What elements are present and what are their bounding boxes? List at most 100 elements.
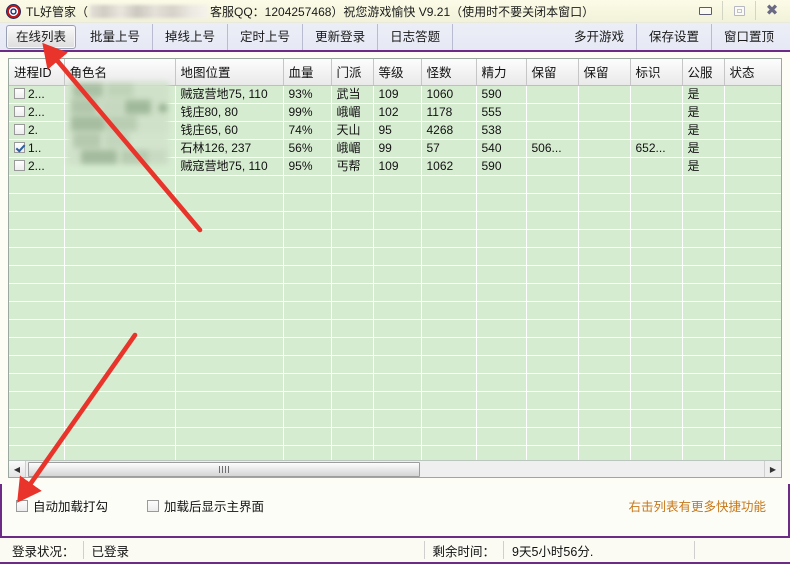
col-header-hp[interactable]: 血量: [283, 59, 332, 86]
cell-empty[interactable]: [421, 301, 477, 320]
cell-empty[interactable]: [64, 283, 176, 302]
cell-process-id[interactable]: 2.: [9, 121, 65, 140]
cell-empty[interactable]: [421, 175, 477, 194]
cell-sect[interactable]: 武当: [331, 85, 374, 104]
cell-empty[interactable]: [421, 247, 477, 266]
table-row-empty[interactable]: [9, 427, 781, 446]
cell-empty[interactable]: [373, 391, 422, 410]
cell-energy[interactable]: 555: [476, 103, 527, 122]
col-header-reserve-1[interactable]: 保留: [526, 59, 579, 86]
cell-empty[interactable]: [9, 247, 65, 266]
cell-empty[interactable]: [682, 247, 725, 266]
cell-reserve-2[interactable]: [578, 121, 631, 140]
cell-flag[interactable]: [630, 121, 683, 140]
tab-update-login[interactable]: 更新登录: [303, 23, 379, 50]
cell-empty[interactable]: [526, 391, 579, 410]
cell-empty[interactable]: [175, 373, 284, 392]
cell-empty[interactable]: [331, 265, 374, 284]
cell-empty[interactable]: [331, 229, 374, 248]
cell-empty[interactable]: [283, 373, 332, 392]
cell-energy[interactable]: 538: [476, 121, 527, 140]
cell-empty[interactable]: [331, 319, 374, 338]
cell-empty[interactable]: [476, 301, 527, 320]
cell-empty[interactable]: [283, 193, 332, 212]
cell-empty[interactable]: [9, 211, 65, 230]
cell-process-id[interactable]: 1..: [9, 139, 65, 158]
cell-empty[interactable]: [682, 211, 725, 230]
cell-monster-count[interactable]: 1178: [421, 103, 477, 122]
cell-empty[interactable]: [421, 283, 477, 302]
cell-empty[interactable]: [630, 355, 683, 374]
cell-empty[interactable]: [175, 409, 284, 428]
table-row-empty[interactable]: [9, 319, 781, 338]
table-row-empty[interactable]: [9, 301, 781, 320]
cell-empty[interactable]: [526, 373, 579, 392]
cell-empty[interactable]: [64, 301, 176, 320]
table-row-empty[interactable]: [9, 373, 781, 392]
cell-empty[interactable]: [331, 211, 374, 230]
cell-empty[interactable]: [682, 265, 725, 284]
cell-empty[interactable]: [630, 175, 683, 194]
cell-public-server[interactable]: 是: [682, 121, 725, 140]
cell-empty[interactable]: [578, 337, 631, 356]
cell-empty[interactable]: [9, 265, 65, 284]
cell-empty[interactable]: [476, 427, 527, 446]
cell-level[interactable]: 109: [373, 85, 422, 104]
cell-empty[interactable]: [175, 319, 284, 338]
table-row-empty[interactable]: [9, 175, 781, 194]
cell-reserve-1[interactable]: [526, 103, 579, 122]
cell-empty[interactable]: [630, 283, 683, 302]
cell-empty[interactable]: [373, 337, 422, 356]
cell-empty[interactable]: [175, 391, 284, 410]
cell-empty[interactable]: [526, 229, 579, 248]
cell-flag[interactable]: [630, 103, 683, 122]
tab-batch-login[interactable]: 批量上号: [78, 23, 154, 50]
cell-empty[interactable]: [283, 247, 332, 266]
row-checkbox[interactable]: [14, 142, 25, 153]
cell-empty[interactable]: [175, 337, 284, 356]
cell-level[interactable]: 109: [373, 157, 422, 176]
table-row-empty[interactable]: [9, 211, 781, 230]
cell-empty[interactable]: [630, 301, 683, 320]
cell-empty[interactable]: [331, 175, 374, 194]
tab-log-quiz[interactable]: 日志答题: [378, 23, 454, 50]
cell-process-id[interactable]: 2...: [9, 157, 65, 176]
cell-empty[interactable]: [283, 283, 332, 302]
cell-empty[interactable]: [175, 355, 284, 374]
cell-empty[interactable]: [724, 319, 781, 338]
table-row[interactable]: 2. 钱庄65, 60 74% 天山 95 4268 538 是: [9, 121, 781, 140]
cell-empty[interactable]: [476, 283, 527, 302]
button-save-settings[interactable]: 保存设置: [637, 23, 712, 50]
cell-character-name[interactable]: [64, 121, 176, 140]
cell-empty[interactable]: [175, 175, 284, 194]
cell-empty[interactable]: [331, 337, 374, 356]
cell-character-name[interactable]: [64, 157, 176, 176]
checkbox-auto-load[interactable]: 自动加载打勾: [16, 496, 108, 515]
cell-empty[interactable]: [724, 229, 781, 248]
cell-energy[interactable]: 590: [476, 85, 527, 104]
cell-empty[interactable]: [476, 265, 527, 284]
cell-map-position[interactable]: 钱庄80, 80: [175, 103, 284, 122]
cell-reserve-2[interactable]: [578, 103, 631, 122]
col-header-sect[interactable]: 门派: [331, 59, 374, 86]
cell-public-server[interactable]: 是: [682, 139, 725, 158]
cell-empty[interactable]: [283, 409, 332, 428]
cell-empty[interactable]: [9, 355, 65, 374]
cell-empty[interactable]: [373, 265, 422, 284]
cell-public-server[interactable]: 是: [682, 103, 725, 122]
cell-empty[interactable]: [526, 409, 579, 428]
cell-empty[interactable]: [724, 283, 781, 302]
row-checkbox[interactable]: [14, 88, 25, 99]
table-row-empty[interactable]: [9, 355, 781, 374]
row-checkbox[interactable]: [14, 124, 25, 135]
cell-empty[interactable]: [476, 193, 527, 212]
cell-empty[interactable]: [421, 355, 477, 374]
cell-reserve-2[interactable]: [578, 157, 631, 176]
cell-map-position[interactable]: 钱庄65, 60: [175, 121, 284, 140]
cell-sect[interactable]: 丐帮: [331, 157, 374, 176]
cell-empty[interactable]: [64, 337, 176, 356]
cell-empty[interactable]: [724, 427, 781, 446]
row-checkbox[interactable]: [14, 106, 25, 117]
row-checkbox[interactable]: [14, 160, 25, 171]
cell-status[interactable]: [724, 103, 781, 122]
